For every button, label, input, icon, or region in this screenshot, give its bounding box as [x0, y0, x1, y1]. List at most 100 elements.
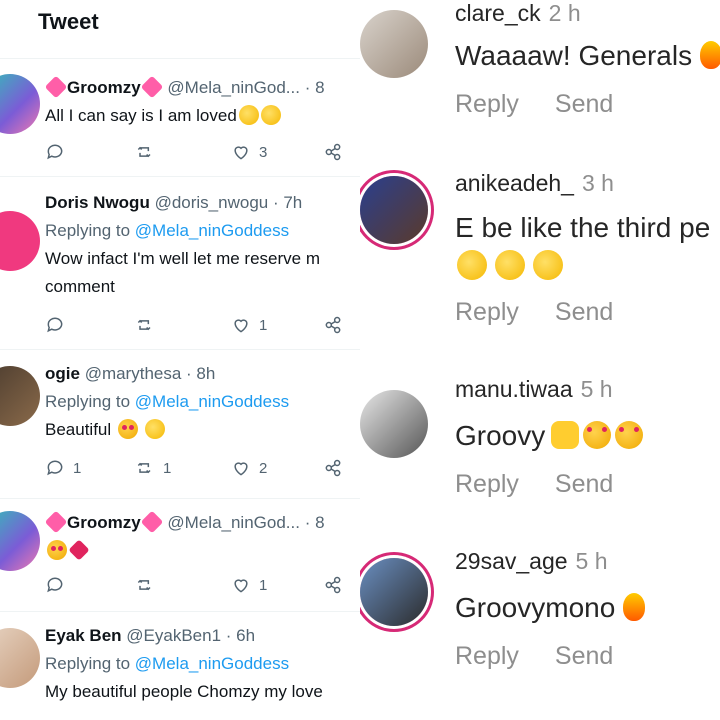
- reply-mention-link[interactable]: @Mela_ninGoddess: [135, 221, 289, 240]
- tweet-text: Wow infact I'm well let me reserve m: [45, 249, 320, 268]
- author-handle[interactable]: @EyakBen1: [126, 626, 221, 645]
- reply-button[interactable]: Reply: [455, 298, 519, 327]
- tweet-author-line: Eyak Ben @EyakBen1 · 6h: [45, 622, 360, 650]
- tweet-time: · 7h: [272, 193, 303, 212]
- tweet-time: · 6h: [225, 626, 256, 645]
- tweet-header: Tweet: [0, 0, 360, 59]
- avatar[interactable]: [0, 211, 40, 271]
- share-icon: [325, 143, 341, 161]
- comment-username-line: 29sav_age 5 h: [455, 548, 608, 575]
- send-button[interactable]: Send: [555, 470, 613, 499]
- heart-icon: [234, 462, 248, 476]
- tweet-text: Beautiful: [45, 416, 360, 444]
- reply-icon: [47, 144, 63, 160]
- reply-icon: [47, 317, 63, 333]
- like-count: 1: [259, 316, 268, 334]
- heart-eyes-emoji-icon: [583, 421, 612, 449]
- reply-button[interactable]: Reply: [455, 470, 519, 499]
- avatar[interactable]: [0, 366, 40, 426]
- reply-icon: [47, 460, 63, 476]
- comment-username[interactable]: manu.tiwaa: [455, 376, 573, 402]
- like-action[interactable]: 1: [231, 571, 267, 599]
- twitter-panel: Tweet Groomzy @Mela_ninGod... · 8 All I …: [0, 0, 361, 720]
- comment-username-line: clare_ck 2 h: [455, 0, 581, 27]
- tweet-item[interactable]: ogie @marythesa · 8h Replying to @Mela_n…: [0, 350, 360, 499]
- tweet-author-line: ogie @marythesa · 8h: [45, 360, 360, 388]
- comment-time: 5 h: [580, 376, 613, 402]
- comment-username-line: anikeadeh_ 3 h: [455, 170, 614, 197]
- comment-username[interactable]: clare_ck: [455, 0, 541, 26]
- retweet-action[interactable]: [135, 138, 155, 166]
- share-action[interactable]: [323, 571, 343, 599]
- reply-action[interactable]: [45, 311, 65, 339]
- rofl-emoji-icon: [260, 105, 281, 125]
- red-heart-icon: [68, 539, 90, 561]
- author-name[interactable]: Eyak Ben: [45, 626, 122, 645]
- comment-item: manu.tiwaa 5 h Groovy Reply Send: [360, 376, 720, 549]
- reply-mention-link[interactable]: @Mela_ninGoddess: [135, 392, 289, 411]
- avatar[interactable]: [360, 390, 428, 458]
- pink-heart-icon: [140, 510, 164, 534]
- comment-actions: Reply Send: [455, 298, 613, 327]
- tweet-actions: 1 1 2: [45, 454, 345, 482]
- retweet-icon: [137, 579, 151, 591]
- tweet-item[interactable]: Groomzy @Mela_ninGod... · 8 All I can sa…: [0, 58, 360, 177]
- author-name[interactable]: ogie: [45, 364, 80, 383]
- comment-actions: Reply Send: [455, 90, 613, 119]
- reply-button[interactable]: Reply: [455, 642, 519, 671]
- replying-to: Replying to @Mela_ninGoddess: [45, 392, 290, 411]
- tweet-time: · 8: [304, 78, 325, 97]
- comment-username[interactable]: 29sav_age: [455, 548, 568, 574]
- share-action[interactable]: [323, 454, 343, 482]
- avatar[interactable]: [0, 511, 40, 571]
- author-handle[interactable]: @Mela_ninGod...: [167, 513, 300, 532]
- retweet-action[interactable]: [135, 571, 155, 599]
- avatar[interactable]: [360, 558, 428, 626]
- tweet-text: My beautiful people Chomzy my love: [45, 682, 323, 701]
- retweet-action[interactable]: [135, 311, 155, 339]
- send-button[interactable]: Send: [555, 298, 613, 327]
- author-handle[interactable]: @Mela_ninGod...: [167, 78, 300, 97]
- avatar[interactable]: [360, 10, 428, 78]
- tears-of-joy-emoji-icon: [457, 250, 487, 280]
- pink-heart-icon: [45, 75, 68, 99]
- fire-emoji-icon: [623, 593, 646, 621]
- send-button[interactable]: Send: [555, 90, 613, 119]
- tears-of-joy-emoji-icon: [533, 250, 563, 280]
- share-action[interactable]: [323, 311, 343, 339]
- author-name[interactable]: Groomzy: [67, 513, 141, 532]
- smiling-hearts-emoji-icon: [47, 540, 67, 560]
- tweet-author-line: Groomzy @Mela_ninGod... · 8: [45, 509, 360, 537]
- reply-action[interactable]: [45, 138, 65, 166]
- heart-icon: [234, 319, 248, 333]
- comment-item: anikeadeh_ 3 h E be like the third pe Rep…: [360, 170, 720, 343]
- author-handle[interactable]: @doris_nwogu: [155, 193, 269, 212]
- tears-of-joy-emoji-icon: [495, 250, 525, 280]
- share-action[interactable]: [323, 138, 343, 166]
- like-action[interactable]: 2: [231, 454, 267, 482]
- comment-username[interactable]: anikeadeh_: [455, 170, 574, 196]
- reply-action[interactable]: [45, 571, 65, 599]
- tweet-actions: 1: [45, 311, 345, 339]
- tweet-item[interactable]: Groomzy @Mela_ninGod... · 8 1: [0, 499, 360, 612]
- tweet-item[interactable]: Doris Nwogu @doris_nwogu · 7h Replying t…: [0, 177, 360, 350]
- retweet-action[interactable]: 1: [135, 454, 171, 482]
- author-handle[interactable]: @marythesa: [85, 364, 182, 383]
- comment-actions: Reply Send: [455, 470, 613, 499]
- blushing-emoji-icon: [238, 105, 259, 125]
- retweet-icon: [137, 319, 151, 331]
- avatar[interactable]: [360, 176, 428, 244]
- reply-button[interactable]: Reply: [455, 90, 519, 119]
- tweet-item[interactable]: Eyak Ben @EyakBen1 · 6h Replying to @Mel…: [0, 612, 360, 720]
- send-button[interactable]: Send: [555, 642, 613, 671]
- reply-mention-link[interactable]: @Mela_ninGoddess: [135, 654, 289, 673]
- like-action[interactable]: 1: [231, 311, 267, 339]
- reply-action[interactable]: 1: [45, 454, 81, 482]
- heart-eyes-emoji-icon: [615, 421, 644, 449]
- avatar[interactable]: [0, 74, 40, 134]
- author-name[interactable]: Groomzy: [67, 78, 141, 97]
- like-action[interactable]: 3: [231, 138, 267, 166]
- comment-time: 5 h: [575, 548, 608, 574]
- author-name[interactable]: Doris Nwogu: [45, 193, 150, 212]
- avatar[interactable]: [0, 628, 40, 688]
